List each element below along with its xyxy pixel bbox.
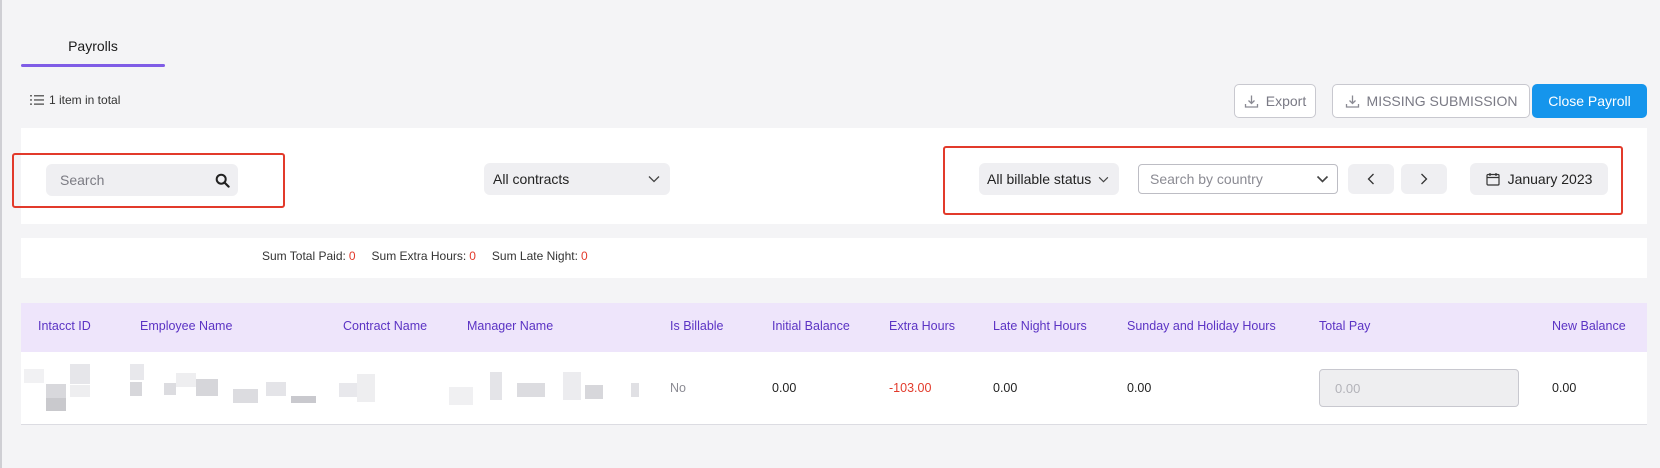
- item-count-text: 1 item in total: [49, 93, 121, 107]
- export-button[interactable]: Export: [1234, 84, 1316, 118]
- cell-sunday-holiday-hours: 0.00: [1127, 381, 1152, 395]
- col-extra-hours[interactable]: Extra Hours: [889, 319, 955, 333]
- cell-new-balance: 0.00: [1552, 381, 1577, 395]
- download-icon: [1345, 95, 1359, 108]
- filters-highlight-frame: [943, 146, 1623, 215]
- table-header: Intacct ID Employee Name Contract Name M…: [21, 303, 1647, 352]
- missing-submission-button[interactable]: MISSING SUBMISSION: [1332, 84, 1530, 118]
- tab-payrolls[interactable]: Payrolls: [21, 35, 165, 54]
- col-is-billable[interactable]: Is Billable: [670, 319, 724, 333]
- window-left-border: [0, 0, 2, 468]
- missing-submission-label: MISSING SUBMISSION: [1366, 93, 1518, 109]
- list-icon: [30, 95, 44, 105]
- export-label: Export: [1265, 93, 1307, 109]
- tab-bar: Payrolls: [21, 35, 165, 67]
- cell-is-billable: No: [670, 381, 686, 395]
- payroll-table: Intacct ID Employee Name Contract Name M…: [21, 303, 1647, 425]
- col-new-balance[interactable]: New Balance: [1552, 319, 1626, 333]
- sum-late-night: Sum Late Night: 0: [491, 249, 588, 263]
- download-icon: [1244, 95, 1258, 108]
- search-highlight-frame: [12, 153, 285, 208]
- cell-extra-hours: -103.00: [889, 381, 932, 395]
- contracts-select-value: All contracts: [493, 171, 570, 187]
- total-pay-value: 0.00: [1335, 380, 1361, 396]
- item-count: 1 item in total: [30, 93, 120, 107]
- sum-totals: Sum Total Paid: 0 Sum Extra Hours: 0 Sum L…: [262, 249, 588, 263]
- table-row[interactable]: No 0.00 -103.00 0.00 0.00 0.00 0.00: [21, 352, 1647, 425]
- contracts-select[interactable]: All contracts: [484, 163, 670, 195]
- col-sunday-holiday-hours[interactable]: Sunday and Holiday Hours: [1127, 319, 1276, 333]
- col-contract-name[interactable]: Contract Name: [343, 319, 427, 333]
- col-employee-name[interactable]: Employee Name: [140, 319, 232, 333]
- col-initial-balance[interactable]: Initial Balance: [772, 319, 850, 333]
- chevron-down-icon: [648, 176, 660, 183]
- sum-extra-hours: Sum Extra Hours: 0: [371, 249, 476, 263]
- total-pay-input[interactable]: 0.00: [1319, 369, 1519, 407]
- col-intacct-id[interactable]: Intacct ID: [38, 319, 91, 333]
- col-late-night-hours[interactable]: Late Night Hours: [993, 319, 1087, 333]
- cell-initial-balance: 0.00: [772, 381, 797, 395]
- col-manager-name[interactable]: Manager Name: [467, 319, 553, 333]
- sum-total-paid: Sum Total Paid: 0: [262, 249, 356, 263]
- active-tab-indicator: [21, 64, 165, 67]
- cell-late-night-hours: 0.00: [993, 381, 1018, 395]
- col-total-pay[interactable]: Total Pay: [1319, 319, 1370, 333]
- close-payroll-label: Close Payroll: [1548, 93, 1631, 109]
- close-payroll-button[interactable]: Close Payroll: [1532, 84, 1647, 118]
